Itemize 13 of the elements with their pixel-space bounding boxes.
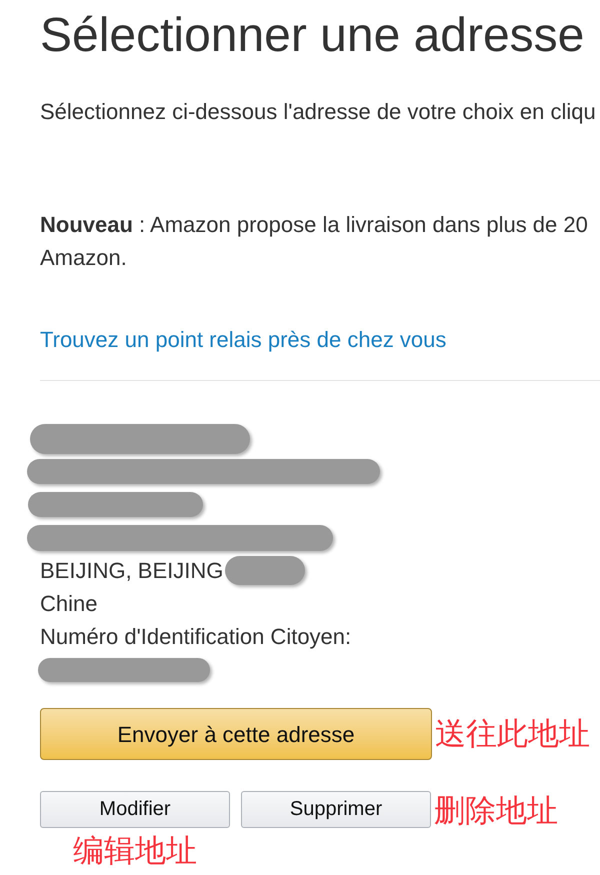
annotation-text: 送往此地址 (435, 716, 590, 752)
page-title: Sélectionner une adresse (40, 8, 584, 64)
notice-text: Nouveau : Amazon propose la livraison dans plus de 20 Amazon. (40, 211, 588, 272)
relay-point-link[interactable]: Trouvez un point relais près de chez vous (40, 326, 446, 354)
address-line: BEIJING, BEIJING (40, 557, 224, 585)
edit-button[interactable]: Modifier (40, 790, 230, 828)
annotation-text: 编辑地址 (73, 833, 197, 869)
annotation-text: 删除地址 (434, 793, 558, 829)
instruction-text: Sélectionnez ci-dessous l'adresse de votre choix en cliqu (40, 98, 596, 126)
address-line: Numéro d'Identification Citoyen: (40, 623, 352, 651)
ship-to-address-button[interactable]: Envoyer à cette adresse (40, 708, 432, 760)
address-line: Chine (40, 590, 98, 618)
delete-button[interactable]: Supprimer (241, 790, 431, 828)
